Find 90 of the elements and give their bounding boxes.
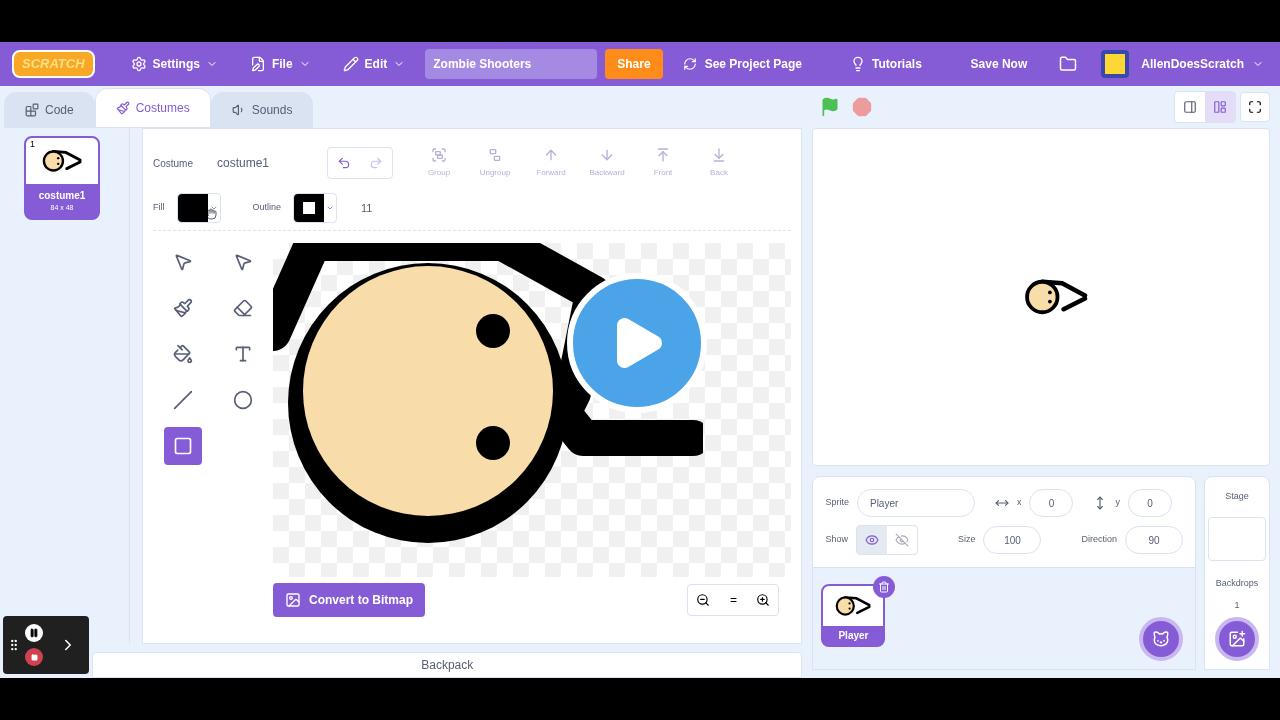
size-label: Size bbox=[957, 533, 976, 547]
pencil-icon bbox=[342, 56, 359, 72]
arrows-icon bbox=[682, 57, 697, 71]
save-now-button[interactable]: Save Now bbox=[962, 55, 1036, 73]
gear-icon bbox=[130, 56, 147, 72]
see-project-page-button[interactable]: See Project Page bbox=[670, 55, 815, 73]
tab[interactable]: Sounds bbox=[210, 92, 314, 128]
show-label: Show bbox=[825, 533, 848, 547]
backpack-bar[interactable]: Backpack bbox=[92, 652, 803, 678]
x-field[interactable]: 0 bbox=[1029, 489, 1074, 517]
backdrop-thumbnail[interactable] bbox=[1208, 517, 1266, 561]
document-icon bbox=[249, 56, 266, 72]
tutorials-button[interactable]: Tutorials bbox=[838, 55, 934, 73]
outline-color-picker[interactable] bbox=[293, 192, 338, 223]
sprite-thumbnail bbox=[835, 595, 872, 617]
stage-title: Stage bbox=[1225, 490, 1249, 504]
convert-to-bitmap-button[interactable]: Convert to Bitmap bbox=[273, 583, 425, 617]
fill-icon bbox=[173, 344, 193, 364]
group-icon bbox=[431, 147, 447, 163]
tool-button[interactable] bbox=[164, 427, 202, 465]
normal-stage-button[interactable] bbox=[1205, 92, 1235, 122]
menu-item[interactable]: Edit bbox=[330, 55, 418, 73]
backdrops-label: Backdrops bbox=[1215, 577, 1259, 590]
normal-stage-icon bbox=[1213, 100, 1227, 114]
pause-icon bbox=[29, 628, 39, 638]
costume-name-field[interactable]: costume1 bbox=[205, 148, 315, 178]
fullscreen-icon bbox=[1248, 100, 1262, 114]
rectangle-icon bbox=[173, 436, 193, 456]
sprite-label: Sprite bbox=[825, 496, 849, 510]
backdrops-count: 1 bbox=[1234, 598, 1240, 612]
sprite-name-field[interactable]: Player bbox=[856, 489, 975, 517]
cat-icon bbox=[1152, 630, 1170, 648]
up-arrow-icon bbox=[655, 147, 671, 163]
down-arrow-icon bbox=[599, 147, 615, 163]
reshape-icon bbox=[233, 252, 253, 272]
group-icon bbox=[487, 147, 503, 163]
blocks-icon bbox=[25, 103, 39, 117]
add-sprite-button[interactable] bbox=[1139, 617, 1183, 661]
outline-label: Outline bbox=[252, 200, 282, 214]
costume-thumbnail bbox=[42, 149, 82, 173]
direction-label: Direction bbox=[1081, 533, 1117, 547]
costume-label: Costume bbox=[153, 156, 193, 171]
add-backdrop-button[interactable] bbox=[1215, 617, 1259, 661]
crossed-eye-icon bbox=[894, 533, 909, 547]
zoom-in-icon bbox=[756, 593, 771, 607]
stop-icon bbox=[30, 653, 38, 661]
undo-icon bbox=[337, 156, 351, 170]
outline-width-field[interactable]: 11 bbox=[349, 192, 400, 223]
costume-name: costume1 bbox=[37, 189, 87, 203]
up-arrow-icon bbox=[543, 147, 559, 163]
show-button[interactable] bbox=[856, 526, 887, 554]
costume-number: 1 bbox=[30, 138, 35, 151]
pause-button[interactable] bbox=[25, 624, 43, 642]
select-icon bbox=[173, 252, 193, 272]
fill-swatch bbox=[177, 193, 208, 222]
x-label: x bbox=[1016, 496, 1022, 510]
zoom-out-icon bbox=[696, 593, 711, 607]
circle-icon bbox=[233, 390, 253, 410]
fill-label: Fill bbox=[153, 200, 165, 214]
line-icon bbox=[173, 390, 193, 410]
brush-icon bbox=[115, 101, 130, 115]
text-icon bbox=[233, 344, 253, 364]
fill-color-picker[interactable] bbox=[176, 192, 221, 223]
y-field[interactable]: 0 bbox=[1127, 489, 1172, 517]
eye-icon bbox=[864, 533, 879, 547]
fullscreen-button[interactable] bbox=[1240, 92, 1270, 122]
sprite-name: Player bbox=[837, 629, 870, 643]
image-icon bbox=[285, 592, 301, 608]
avatar-icon bbox=[1101, 50, 1130, 78]
y-label: y bbox=[1115, 496, 1120, 510]
stop-button[interactable] bbox=[25, 648, 43, 666]
menu-item[interactable]: File bbox=[237, 55, 323, 73]
size-field[interactable]: 100 bbox=[983, 526, 1042, 554]
menu-item[interactable]: Settings bbox=[118, 55, 230, 73]
delete-button[interactable] bbox=[873, 576, 896, 598]
tab[interactable]: Costumes bbox=[94, 88, 211, 128]
trash-icon bbox=[878, 581, 891, 593]
brush-icon bbox=[173, 298, 193, 318]
eraser-icon bbox=[233, 298, 253, 318]
image-plus-icon bbox=[1228, 630, 1246, 648]
small-stage-icon bbox=[1183, 100, 1197, 114]
sprite-tile[interactable]: Player bbox=[821, 584, 886, 647]
project-title-field[interactable]: Zombie Shooters bbox=[425, 49, 598, 79]
direction-field[interactable]: 90 bbox=[1125, 526, 1183, 554]
redo-icon bbox=[369, 156, 383, 170]
folder-icon[interactable] bbox=[1059, 55, 1078, 73]
outline-swatch bbox=[294, 193, 325, 222]
down-arrow-icon bbox=[711, 147, 727, 163]
account-menu[interactable]: AllenDoesScratch bbox=[1137, 55, 1268, 73]
tab[interactable]: Code bbox=[4, 92, 95, 128]
